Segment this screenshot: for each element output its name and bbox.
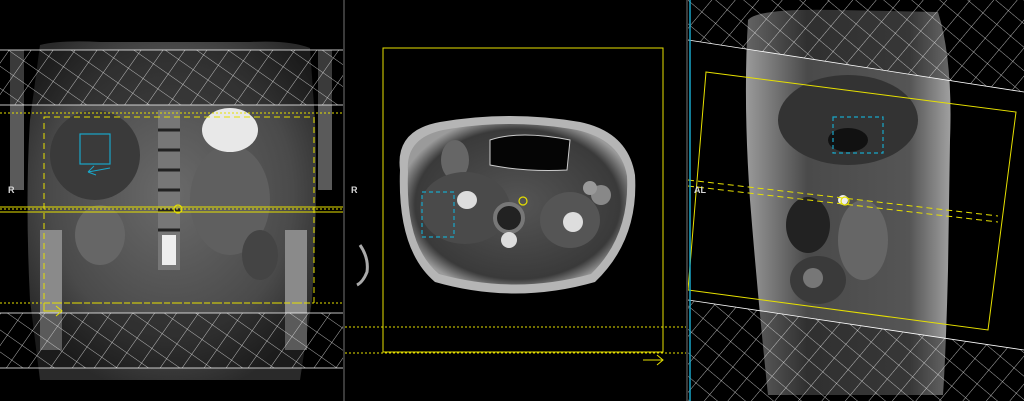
saturation-band-bottom[interactable] [0,312,343,369]
coronal-image [0,41,343,381]
sagittal-image [688,0,1024,401]
axial-arrow-icon[interactable] [643,354,664,366]
axial-image [345,47,686,366]
sagittal-orientation-label: AL [694,185,706,195]
saturation-band-top[interactable] [0,49,343,106]
axial-orientation-label: R [351,185,358,195]
coronal-orientation-label: R [8,185,15,195]
coronal-viewport[interactable]: R [0,0,343,401]
axial-viewport[interactable]: R [345,0,686,401]
sagittal-viewport[interactable]: AL [688,0,1024,401]
